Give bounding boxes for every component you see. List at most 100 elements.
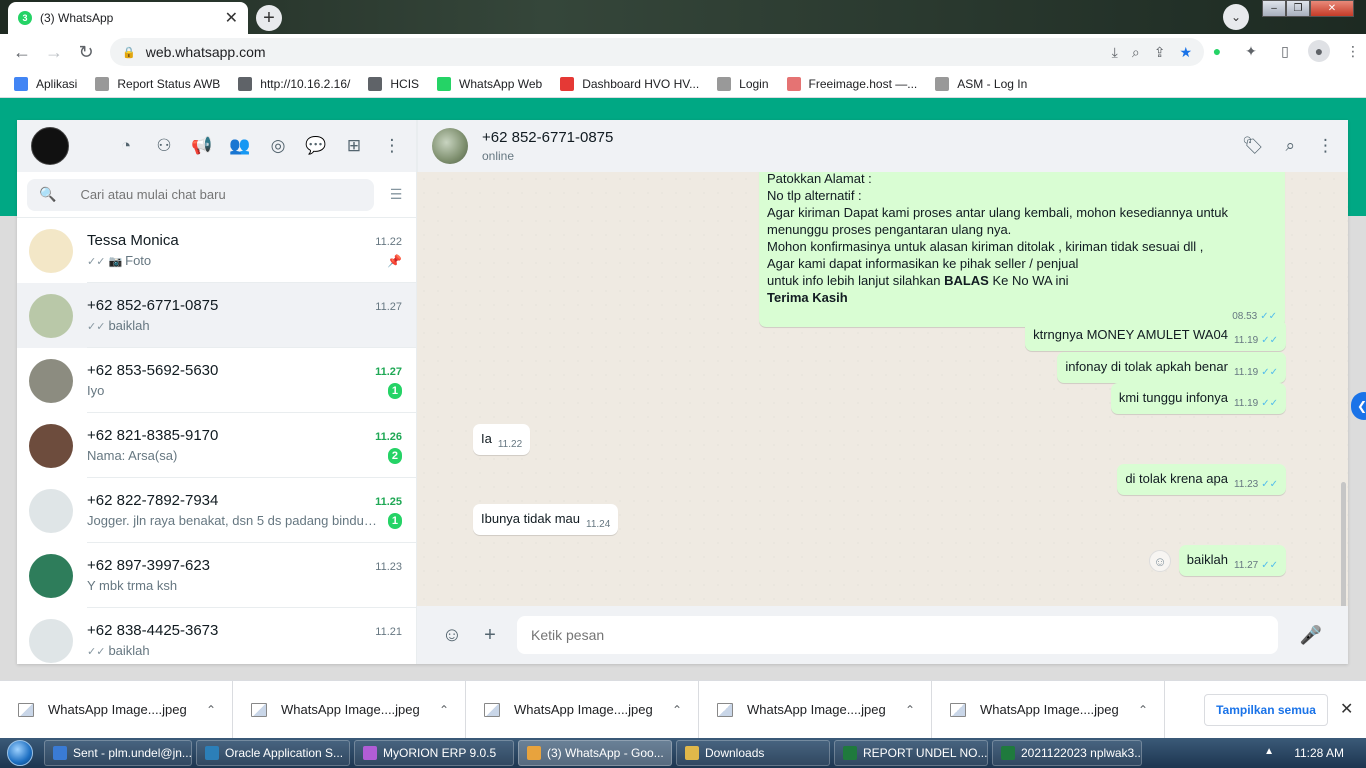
chat-list-item[interactable]: Tessa Monica 11.22 ✓✓ 📷 Foto 📌 [17,218,416,283]
profile-icon[interactable]: ● [1308,40,1330,62]
chat-avatar[interactable] [29,358,73,403]
chat-avatar[interactable] [29,618,73,663]
new-chat-icon[interactable]: ⊞ [344,136,364,156]
lock-icon[interactable]: 🔒 [122,46,136,59]
extensions-icon[interactable]: ✦ [1240,40,1262,62]
reload-button[interactable]: ↻ [70,36,102,68]
back-button[interactable]: ← [6,36,38,68]
close-downloads-icon[interactable]: ✕ [1340,699,1353,719]
image-file-icon [484,702,500,717]
browser-menu-icon[interactable]: ⋮ [1342,40,1364,62]
forward-button[interactable]: → [38,36,70,68]
bookmark-item[interactable]: HCIS [368,76,419,91]
filter-icon[interactable]: ☰ [386,186,406,203]
install-app-icon[interactable]: ⤓ [1112,44,1118,61]
message-bubble[interactable]: di tolak krena apa 11.23 ✓✓ [1117,464,1286,495]
minimize-button[interactable]: – [1262,0,1286,17]
message-scrollbar[interactable] [1341,482,1346,606]
message-bubble[interactable]: ktrngnya MONEY AMULET WA04 11.19 ✓✓ [1025,320,1286,351]
search-messages-icon[interactable]: ⌕ [1285,136,1295,156]
message-bubble[interactable]: infonay di tolak apkah benar 11.19 ✓✓ [1057,352,1286,383]
whatsapp-extension-icon[interactable]: ● [1206,40,1228,62]
conversation-menu-icon[interactable]: ⋮ [1317,136,1334,156]
browser-tab-whatsapp[interactable]: 3 (3) WhatsApp ✕ [8,2,248,34]
show-hidden-icons-icon[interactable]: ▲ [1264,746,1274,757]
download-item[interactable]: WhatsApp Image....jpeg ⌃ [0,680,233,739]
bookmark-item[interactable]: http://10.16.2.16/ [238,76,350,91]
bookmark-item[interactable]: WhatsApp Web [437,76,542,91]
message-input[interactable] [531,627,1278,643]
microphone-icon[interactable]: 🎤 [1300,625,1322,646]
new-tab-button[interactable]: + [256,5,282,31]
attach-plus-icon[interactable]: + [477,622,503,648]
chat-list-item[interactable]: +62 838-4425-3673 11.21 ✓✓ baiklah [17,608,416,664]
sidebar-menu-icon[interactable]: ⋮ [382,136,402,156]
contact-avatar[interactable] [432,128,468,164]
bookmark-star-icon[interactable]: ★ [1179,44,1192,61]
message-field[interactable] [517,616,1278,654]
emoji-icon[interactable]: ☺ [439,622,465,648]
conversation-header[interactable]: +62 852-6771-0875 online 🏷 ⌕ ⋮ [417,120,1348,172]
maximize-button[interactable]: ❐ [1286,0,1310,17]
taskbar-item[interactable]: (3) WhatsApp - Goo... [518,740,672,766]
taskbar-item[interactable]: MyORION ERP 9.0.5 [354,740,514,766]
label-tag-icon[interactable]: 🏷 [1242,136,1264,156]
my-profile-avatar[interactable] [31,127,69,165]
chat-avatar[interactable] [29,488,73,533]
chat-list-item[interactable]: +62 853-5692-5630 11.27 Iyo 1 [17,348,416,413]
bookmark-item[interactable]: Login [717,76,769,91]
bookmark-item[interactable]: Dashboard HVO HV... [560,76,699,91]
download-item[interactable]: WhatsApp Image....jpeg ⌃ [233,680,466,739]
taskbar-clock[interactable]: 11:28 AM [1294,746,1344,760]
chat-list-item[interactable]: +62 821-8385-9170 11.26 Nama: Arsa(sa) 2 [17,413,416,478]
bookmark-item[interactable]: Freeimage.host —... [786,76,917,91]
chevron-up-icon[interactable]: ⌃ [439,703,449,717]
add-contact-icon[interactable]: ⚇ [154,136,174,156]
taskbar-item[interactable]: Oracle Application S... [196,740,350,766]
bookmark-item[interactable]: Report Status AWB [95,76,220,91]
chat-avatar[interactable] [29,423,73,468]
message-bubble[interactable]: Ia 11.22 [473,424,531,455]
search-input[interactable] [80,187,341,202]
chat-list-item[interactable]: +62 852-6771-0875 11.27 ✓✓ baiklah [17,283,416,348]
contact-name[interactable]: +62 852-6771-0875 [482,129,613,146]
chat-avatar[interactable] [29,553,73,598]
status-icon[interactable]: ◔ [116,136,136,156]
bookmark-item[interactable]: ASM - Log In [935,76,1027,91]
bookmark-item[interactable]: Aplikasi [14,76,77,91]
channels-icon[interactable]: ◎ [268,136,288,156]
download-item[interactable]: WhatsApp Image....jpeg ⌃ [699,680,932,739]
chevron-up-icon[interactable]: ⌃ [206,703,216,717]
chat-list-item[interactable]: +62 897-3997-623 11.23 Y mbk trma ksh [17,543,416,608]
message-bubble[interactable]: kmi tunggu infonya 11.19 ✓✓ [1110,383,1286,414]
chat-avatar[interactable] [29,228,73,273]
taskbar-item[interactable]: Downloads [676,740,830,766]
zoom-icon[interactable]: ⌕ [1132,44,1140,61]
communities-icon[interactable]: 👥 [229,136,250,156]
taskbar-item[interactable]: Sent - plm.undel@jn... [44,740,192,766]
taskbar-item[interactable]: REPORT UNDEL NO... [834,740,988,766]
download-item[interactable]: WhatsApp Image....jpeg ⌃ [466,680,699,739]
show-all-downloads-button[interactable]: Tampilkan semua [1204,694,1328,726]
chat-list-item[interactable]: +62 822-7892-7934 11.25 Jogger. jln raya b… [17,478,416,543]
chevron-up-icon[interactable]: ⌃ [905,703,915,717]
emoji-reaction-icon[interactable]: ☺ [1149,550,1171,572]
tab-close-icon[interactable]: ✕ [225,8,238,28]
tab-search-button[interactable]: ⌄ [1223,4,1249,30]
message-bubble[interactable]: baiklah 11.27 ✓✓ [1178,545,1286,576]
side-panel-icon[interactable]: ▯ [1274,40,1296,62]
start-button[interactable] [0,738,40,768]
share-icon[interactable]: ⇪ [1154,44,1166,61]
chat-avatar[interactable] [29,293,73,338]
long-message-bubble[interactable]: Patokkan Alamat : No tlp alternatif : Agar… [759,172,1285,327]
download-item[interactable]: WhatsApp Image....jpeg ⌃ [932,680,1165,739]
chevron-up-icon[interactable]: ⌃ [1138,703,1148,717]
search-box[interactable]: 🔍 [27,178,374,211]
chat-bubble-icon[interactable]: 💬 [305,136,326,156]
taskbar-item[interactable]: 2021122023 nplwak3... [992,740,1142,766]
broadcast-icon[interactable]: 📢 [191,136,212,156]
chevron-up-icon[interactable]: ⌃ [672,703,682,717]
window-close-button[interactable]: ✕ [1310,0,1354,17]
message-bubble[interactable]: Ibunya tidak mau 11.24 [473,504,619,535]
address-bar[interactable]: 🔒 web.whatsapp.com ⤓ ⌕ ⇪ ★ [110,38,1204,66]
